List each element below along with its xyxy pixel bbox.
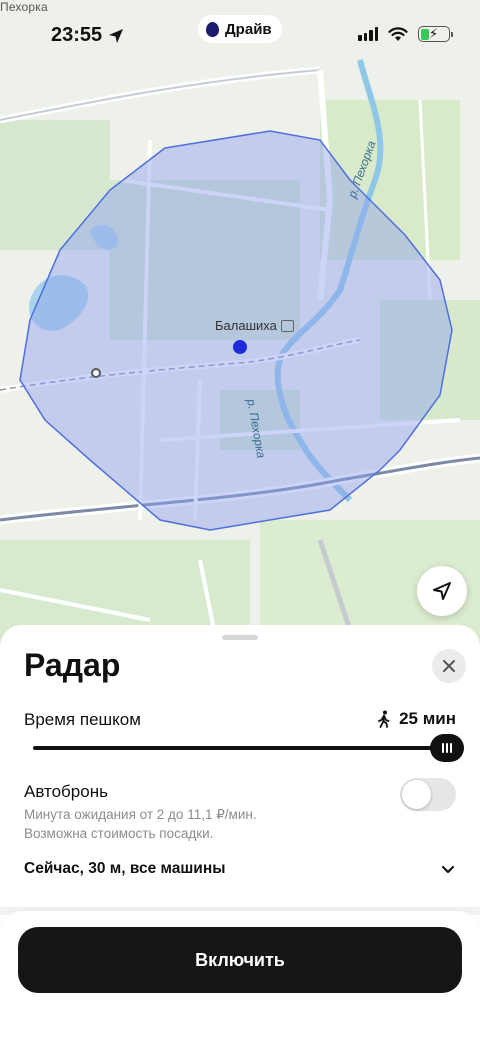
- sheet-title: Радар: [24, 647, 121, 683]
- navigation-icon: [433, 582, 451, 600]
- battery-icon: ⚡: [418, 26, 453, 42]
- chevron-down-icon: [441, 865, 455, 874]
- radar-sheet: Радар Время пешком 25 мин Автобронь Мину…: [0, 625, 480, 1043]
- city-label: Балашиха: [215, 318, 294, 333]
- close-icon: [443, 660, 455, 672]
- walk-time-text: 25 мин: [399, 709, 456, 728]
- drive-app-name: Драйв: [225, 20, 272, 38]
- drive-logo-icon: [206, 21, 219, 37]
- status-bar: 23:55 Драйв ⚡: [0, 0, 480, 70]
- options-row[interactable]: Сейчас, 30 м, все машины: [0, 853, 480, 889]
- system-icons: ⚡: [358, 26, 453, 42]
- signal-icon: [358, 27, 378, 41]
- map[interactable]: Пехорка Балашиха р. Пехорка р. Пехорка: [0, 0, 480, 660]
- city-name: Балашиха: [215, 318, 277, 333]
- autobron-desc-line1: Минута ожидания от 2 до 11,1 ₽/мин.: [24, 807, 257, 822]
- clock: 23:55: [51, 24, 124, 47]
- slider-grip-icon: [442, 743, 444, 753]
- autobron-description: Минута ожидания от 2 до 11,1 ₽/мин. Возм…: [24, 805, 257, 843]
- walk-time-slider-track[interactable]: [33, 746, 443, 750]
- wifi-icon: [388, 26, 408, 41]
- walking-icon: [378, 710, 390, 728]
- autobron-label: Автобронь: [24, 782, 108, 801]
- user-location-dot: [233, 340, 247, 354]
- walk-time-label: Время пешком: [24, 710, 141, 729]
- enable-button[interactable]: Включить: [18, 927, 462, 993]
- clock-time: 23:55: [51, 24, 103, 46]
- autobron-toggle[interactable]: [400, 778, 456, 811]
- station-icon: [280, 319, 294, 332]
- location-arrow-icon: [109, 28, 124, 43]
- sheet-grabber[interactable]: [222, 635, 258, 640]
- navigation-button[interactable]: [417, 566, 467, 616]
- close-button[interactable]: [432, 649, 466, 683]
- autobron-toggle-knob: [402, 780, 431, 809]
- walk-time-value: 25 мин: [377, 709, 456, 729]
- drive-app-pill[interactable]: Драйв: [198, 15, 282, 43]
- options-text: Сейчас, 30 м, все машины: [24, 860, 226, 877]
- walk-time-slider-thumb[interactable]: [430, 734, 464, 762]
- autobron-desc-line2: Возможна стоимость посадки.: [24, 826, 214, 841]
